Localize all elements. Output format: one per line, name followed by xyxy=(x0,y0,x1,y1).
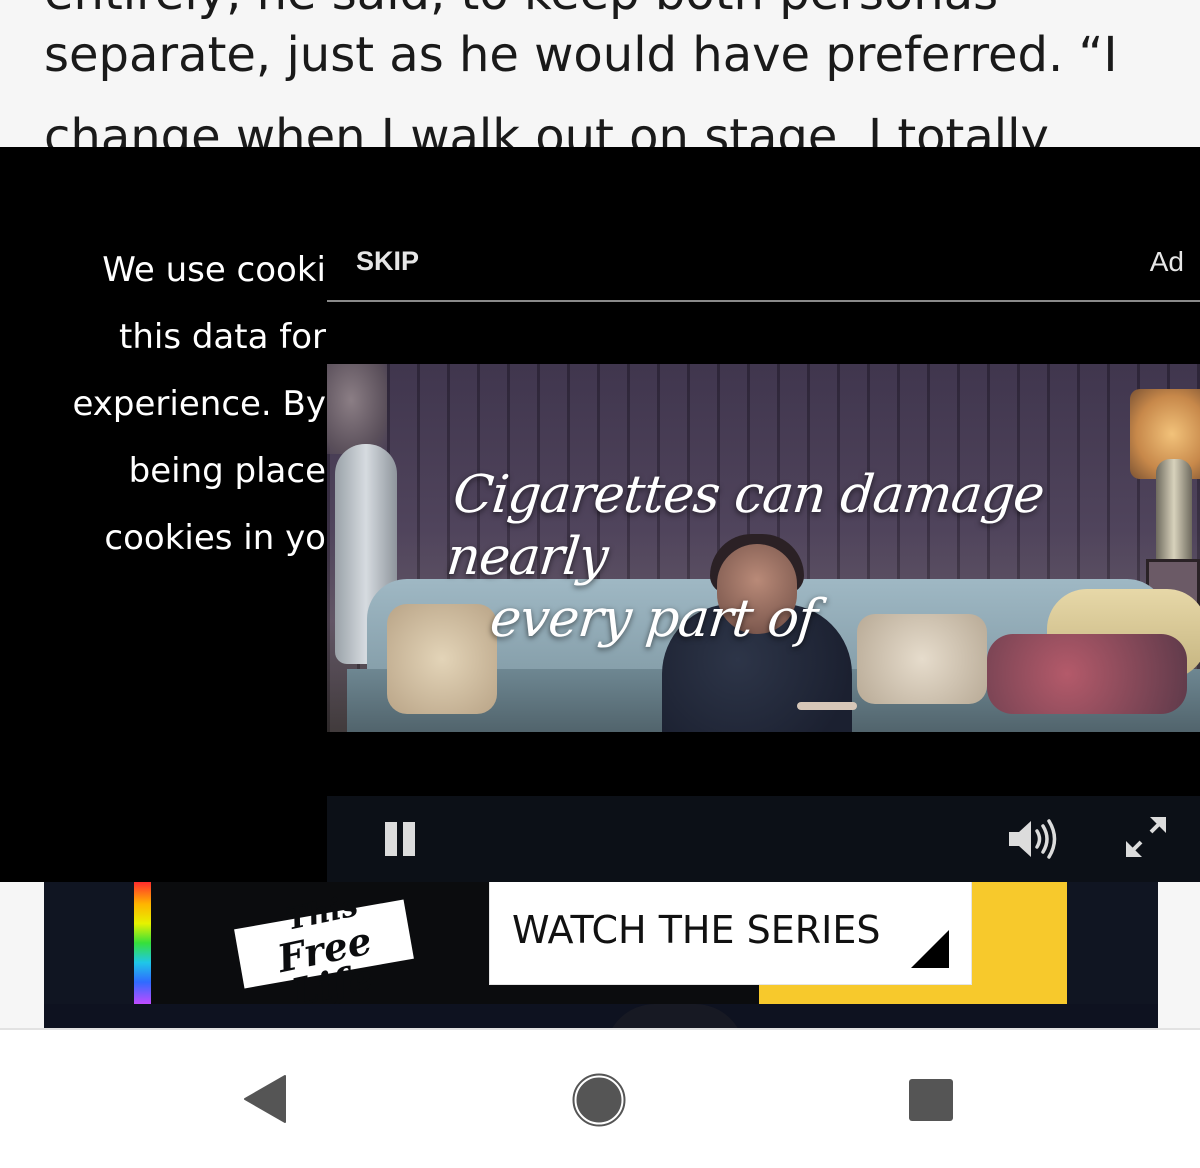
back-triangle-icon[interactable] xyxy=(243,1074,287,1124)
video-plate xyxy=(797,702,857,710)
video-caption-line-2: every part of xyxy=(487,589,820,649)
cookie-line-5: cookies in yo xyxy=(104,518,326,558)
skip-button[interactable]: SKIP xyxy=(356,246,419,277)
system-navigation-bar xyxy=(0,1028,1200,1168)
rainbow-strip xyxy=(134,882,151,1004)
player-controls-bar xyxy=(327,796,1200,882)
ad-header: SKIP Ad xyxy=(327,147,1200,302)
video-caption-line-1: Cigarettes can damage nearly xyxy=(443,465,1047,587)
fullscreen-icon[interactable] xyxy=(1122,813,1170,861)
this-free-life-logo: This Free Life xyxy=(234,888,414,1004)
ad-label: Ad xyxy=(1149,246,1184,277)
watch-the-series-button[interactable]: WATCH THE SERIES xyxy=(490,882,971,984)
video-ad-player: SKIP Ad Cigarettes can damage nearly eve… xyxy=(327,147,1200,882)
video-lamp-left-shade xyxy=(327,364,387,454)
volume-icon[interactable] xyxy=(1007,816,1059,862)
cookie-line-3: experience. By xyxy=(72,384,326,424)
recents-square-icon[interactable] xyxy=(908,1078,954,1122)
logo-text: This Free Life xyxy=(226,882,419,1004)
cookie-line-4: being place xyxy=(128,451,326,491)
watch-the-series-label: WATCH THE SERIES xyxy=(512,908,881,952)
banner-lower-image xyxy=(44,1004,1158,1028)
home-circle-icon[interactable] xyxy=(572,1073,626,1127)
video-frame[interactable]: Cigarettes can damage nearly every part … xyxy=(327,364,1200,732)
cookie-line-2: this data for xyxy=(119,317,326,357)
cookie-line-1: We use cooki xyxy=(102,250,326,290)
video-caption: Cigarettes can damage nearly every part … xyxy=(437,464,1157,650)
cookie-notice-text: We use cooki this data for experience. B… xyxy=(72,237,326,572)
pause-icon[interactable] xyxy=(383,822,417,856)
corner-triangle-icon xyxy=(911,930,949,968)
screen: entirely, he said, to keep both personas… xyxy=(0,0,1200,1168)
article-line-1: separate, just as he would have preferre… xyxy=(44,27,1118,83)
this-free-life-banner[interactable]: This Free Life WATCH THE SERIES xyxy=(134,882,1067,1004)
